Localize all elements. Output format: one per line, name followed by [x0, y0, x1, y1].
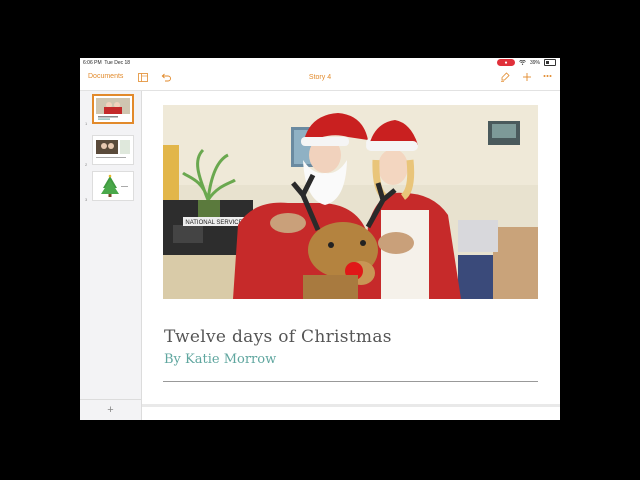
story-byline[interactable]: By Katie Morrow [164, 352, 276, 367]
page-number: 1 [85, 121, 88, 126]
service-sign-text: NATIONAL SERVICE [185, 220, 242, 226]
status-time: 6:06 PM Tue Dec 18 [83, 60, 131, 66]
page-thumbnail-3[interactable] [92, 171, 134, 201]
page-thumbnails-sidebar: 1 2 3 + [80, 91, 142, 420]
add-page-button[interactable]: + [80, 399, 141, 420]
status-right: ● 39% [496, 59, 556, 66]
battery-percent: 39% [529, 59, 540, 66]
format-brush-icon[interactable] [500, 72, 510, 82]
status-bar: 6:06 PM Tue Dec 18 ● 39% [80, 58, 560, 68]
page-thumbnail-1[interactable] [92, 94, 134, 124]
document-title: Story 4 [308, 74, 332, 81]
page-number: 2 [85, 162, 88, 167]
divider-line [163, 381, 538, 382]
wifi-icon [519, 60, 526, 65]
story-title[interactable]: Twelve days of Christmas [164, 327, 392, 347]
page-thumbnail-2[interactable] [92, 135, 134, 165]
document-canvas[interactable]: NATIONAL SERVICE Twelve days of Christma… [142, 91, 560, 420]
photo-santa-and-reindeer[interactable]: NATIONAL SERVICE [163, 105, 538, 299]
battery-icon [544, 59, 556, 66]
toolbar: Documents Story 4 [80, 68, 560, 91]
screen-recording-icon: ● [496, 59, 515, 66]
more-icon[interactable] [543, 73, 552, 79]
add-icon[interactable] [522, 72, 532, 82]
page-separator [142, 404, 560, 407]
page-number: 3 [85, 197, 88, 202]
ipad-screen: 6:06 PM Tue Dec 18 ● 39% Documents Story… [80, 58, 560, 420]
